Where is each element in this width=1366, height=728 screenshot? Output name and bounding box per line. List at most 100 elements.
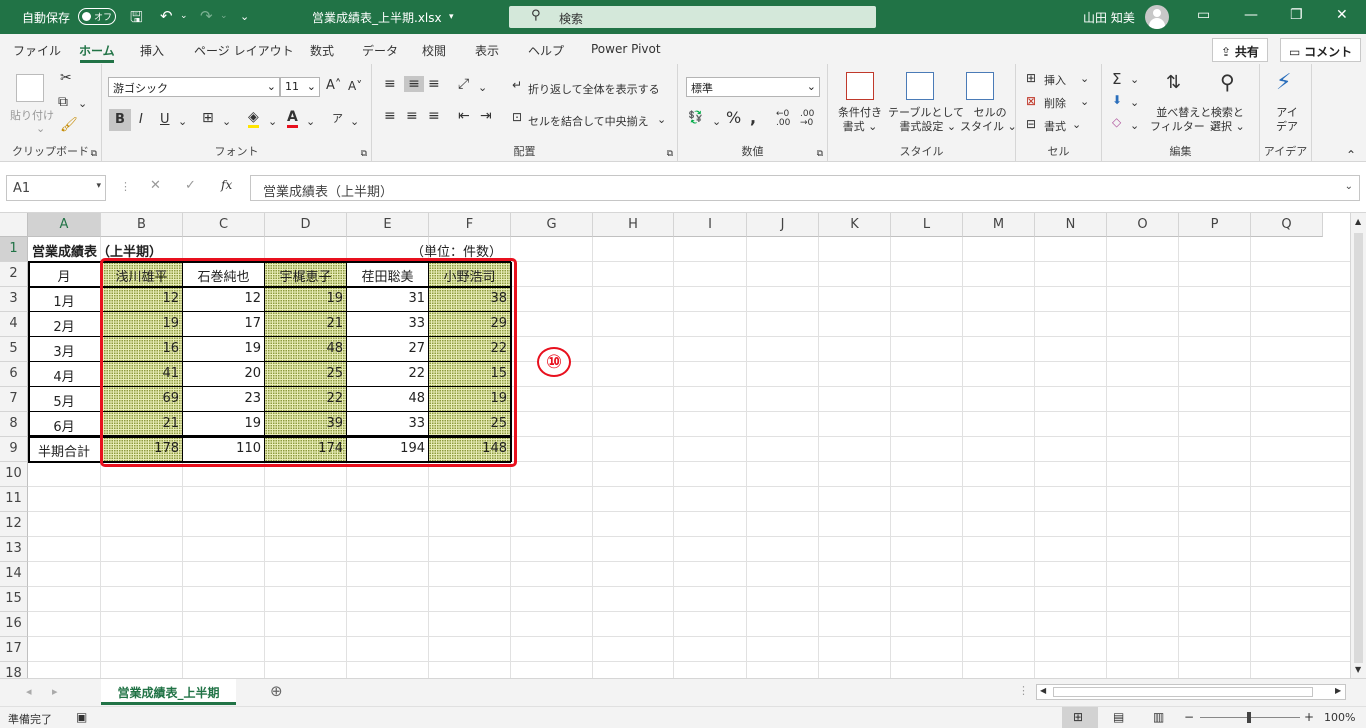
- column-header-P[interactable]: P: [1179, 213, 1251, 237]
- tab-home[interactable]: ホーム: [79, 42, 115, 59]
- horizontal-scroll-thumb[interactable]: [1053, 687, 1313, 697]
- clear-dropdown-icon[interactable]: ⌄: [1130, 119, 1139, 132]
- scroll-up-icon[interactable]: ▲: [1355, 217, 1361, 226]
- sort-filter-button[interactable]: 並べ替えと フィルター ⌄: [1150, 106, 1218, 134]
- increase-decimal-icon[interactable]: ←0.00: [776, 110, 790, 128]
- cell-month[interactable]: 2月: [28, 312, 100, 336]
- tab-help[interactable]: ヘルプ: [528, 42, 564, 59]
- fill-color-dropdown-icon[interactable]: ⌄: [268, 115, 277, 128]
- cell-month[interactable]: 4月: [28, 362, 100, 386]
- macro-record-icon[interactable]: ▣: [76, 710, 87, 724]
- font-size-combo[interactable]: 11 ⌄: [280, 77, 320, 97]
- cell-styles-button[interactable]: セルの スタイル ⌄: [960, 106, 1017, 134]
- alignment-launcher-icon[interactable]: ⧉: [667, 149, 673, 159]
- cut-icon[interactable]: ✂: [60, 70, 72, 86]
- paste-button[interactable]: 貼り付け: [10, 107, 54, 123]
- column-header-B[interactable]: B: [101, 213, 183, 237]
- row-header-8[interactable]: 8: [0, 412, 28, 437]
- decrease-indent-icon[interactable]: ⇤: [458, 108, 470, 124]
- insert-cells-dropdown-icon[interactable]: ⌄: [1080, 72, 1089, 85]
- cell-month[interactable]: 6月: [28, 412, 100, 436]
- tab-file[interactable]: ファイル: [13, 42, 61, 59]
- format-as-table-icon[interactable]: [906, 72, 934, 100]
- tab-split-handle-icon[interactable]: ⋮: [1018, 684, 1029, 697]
- column-header-N[interactable]: N: [1035, 213, 1107, 237]
- row-header-15[interactable]: 15: [0, 587, 28, 612]
- accounting-dropdown-icon[interactable]: ⌄: [712, 115, 721, 128]
- cell-styles-icon[interactable]: [966, 72, 994, 100]
- row-header-10[interactable]: 10: [0, 462, 28, 487]
- sheet-tab-active[interactable]: 営業成績表_上半期: [101, 679, 236, 705]
- fill-icon[interactable]: ⬇: [1112, 93, 1122, 107]
- merge-center-icon[interactable]: ⊡: [512, 110, 522, 124]
- accounting-format-icon[interactable]: 💱: [688, 110, 703, 124]
- row-header-1[interactable]: 1: [0, 237, 28, 262]
- row-header-12[interactable]: 12: [0, 512, 28, 537]
- column-header-A[interactable]: A: [28, 213, 101, 237]
- orientation-dropdown-icon[interactable]: ⌄: [478, 81, 487, 94]
- font-name-combo[interactable]: 游ゴシック ⌄: [108, 77, 280, 97]
- select-all-corner[interactable]: [0, 213, 28, 237]
- delete-cells-button[interactable]: 削除: [1044, 95, 1066, 111]
- name-box[interactable]: A1 ▾: [6, 175, 106, 201]
- minimize-icon[interactable]: —: [1244, 7, 1258, 23]
- italic-button[interactable]: I: [139, 112, 143, 127]
- insert-cells-button[interactable]: 挿入: [1044, 72, 1066, 88]
- file-name-dropdown-icon[interactable]: ▾: [449, 12, 454, 22]
- format-cells-dropdown-icon[interactable]: ⌄: [1072, 118, 1081, 131]
- row-header-4[interactable]: 4: [0, 312, 28, 337]
- percent-style-icon[interactable]: %: [726, 108, 741, 127]
- cell-month[interactable]: 1月: [28, 287, 100, 311]
- find-select-icon[interactable]: ⚲: [1220, 70, 1235, 94]
- row-header-7[interactable]: 7: [0, 387, 28, 412]
- cell-month[interactable]: 3月: [28, 337, 100, 361]
- orientation-icon[interactable]: ⤢: [458, 76, 469, 92]
- conditional-formatting-icon[interactable]: [846, 72, 874, 100]
- scroll-left-icon[interactable]: ◀: [1040, 686, 1046, 695]
- align-center-icon[interactable]: ≡: [406, 108, 418, 124]
- horizontal-scrollbar[interactable]: ◀ ▶: [1036, 684, 1346, 700]
- row-header-17[interactable]: 17: [0, 637, 28, 662]
- decrease-decimal-icon[interactable]: .00 →0: [800, 110, 814, 128]
- format-cells-button[interactable]: 書式: [1044, 118, 1066, 134]
- share-button[interactable]: ⇪ 共有: [1212, 38, 1268, 62]
- column-header-M[interactable]: M: [963, 213, 1035, 237]
- page-break-view-icon[interactable]: ▥: [1153, 710, 1164, 724]
- tab-insert[interactable]: 挿入: [140, 42, 164, 59]
- row-header-3[interactable]: 3: [0, 287, 28, 312]
- comment-button[interactable]: ▭ コメント: [1280, 38, 1362, 62]
- tab-view[interactable]: 表示: [475, 42, 499, 59]
- align-left-icon[interactable]: ≡: [384, 108, 396, 124]
- row-header-16[interactable]: 16: [0, 612, 28, 637]
- insert-function-icon[interactable]: fx: [221, 178, 232, 192]
- tab-review[interactable]: 校閲: [422, 42, 446, 59]
- column-header-D[interactable]: D: [265, 213, 347, 237]
- column-header-L[interactable]: L: [891, 213, 963, 237]
- undo-icon[interactable]: ↶: [160, 7, 173, 25]
- collapse-ribbon-icon[interactable]: ⌃: [1346, 148, 1356, 162]
- fill-color-icon[interactable]: ◈: [248, 109, 259, 128]
- clipboard-launcher-icon[interactable]: ⧉: [91, 149, 97, 159]
- column-header-F[interactable]: F: [429, 213, 511, 237]
- row-header-11[interactable]: 11: [0, 487, 28, 512]
- cell-title[interactable]: 営業成績表（上半期）: [28, 237, 162, 261]
- zoom-slider-thumb[interactable]: [1247, 712, 1251, 723]
- format-cells-icon[interactable]: ⊟: [1026, 117, 1036, 131]
- file-name[interactable]: 営業成績表_上半期.xlsx: [312, 9, 442, 26]
- ideas-button[interactable]: アイ デア: [1276, 106, 1298, 134]
- delete-cells-dropdown-icon[interactable]: ⌄: [1080, 95, 1089, 108]
- new-sheet-icon[interactable]: ⊕: [270, 682, 283, 700]
- row-header-6[interactable]: 6: [0, 362, 28, 387]
- worksheet-grid[interactable]: ABCDEFGHIJKLMNOPQ 1 2 3 4 5 6 7 8 9 10 11 12 13 14 15 1…: [0, 213, 1350, 678]
- vertical-scroll-thumb[interactable]: [1354, 233, 1363, 663]
- tab-power-pivot[interactable]: Power Pivot: [591, 42, 661, 56]
- formula-bar-options-icon[interactable]: ⋮: [120, 180, 131, 193]
- font-color-icon[interactable]: A: [287, 109, 298, 128]
- cell-total-label[interactable]: 半期合計: [28, 437, 100, 461]
- autosum-dropdown-icon[interactable]: ⌄: [1130, 73, 1139, 86]
- border-dropdown-icon[interactable]: ⌄: [222, 115, 231, 128]
- paste-dropdown-icon[interactable]: ⌄: [36, 122, 45, 135]
- cell-header[interactable]: 月: [28, 262, 100, 286]
- wrap-text-icon[interactable]: ↵: [512, 78, 522, 92]
- cell-month[interactable]: 5月: [28, 387, 100, 411]
